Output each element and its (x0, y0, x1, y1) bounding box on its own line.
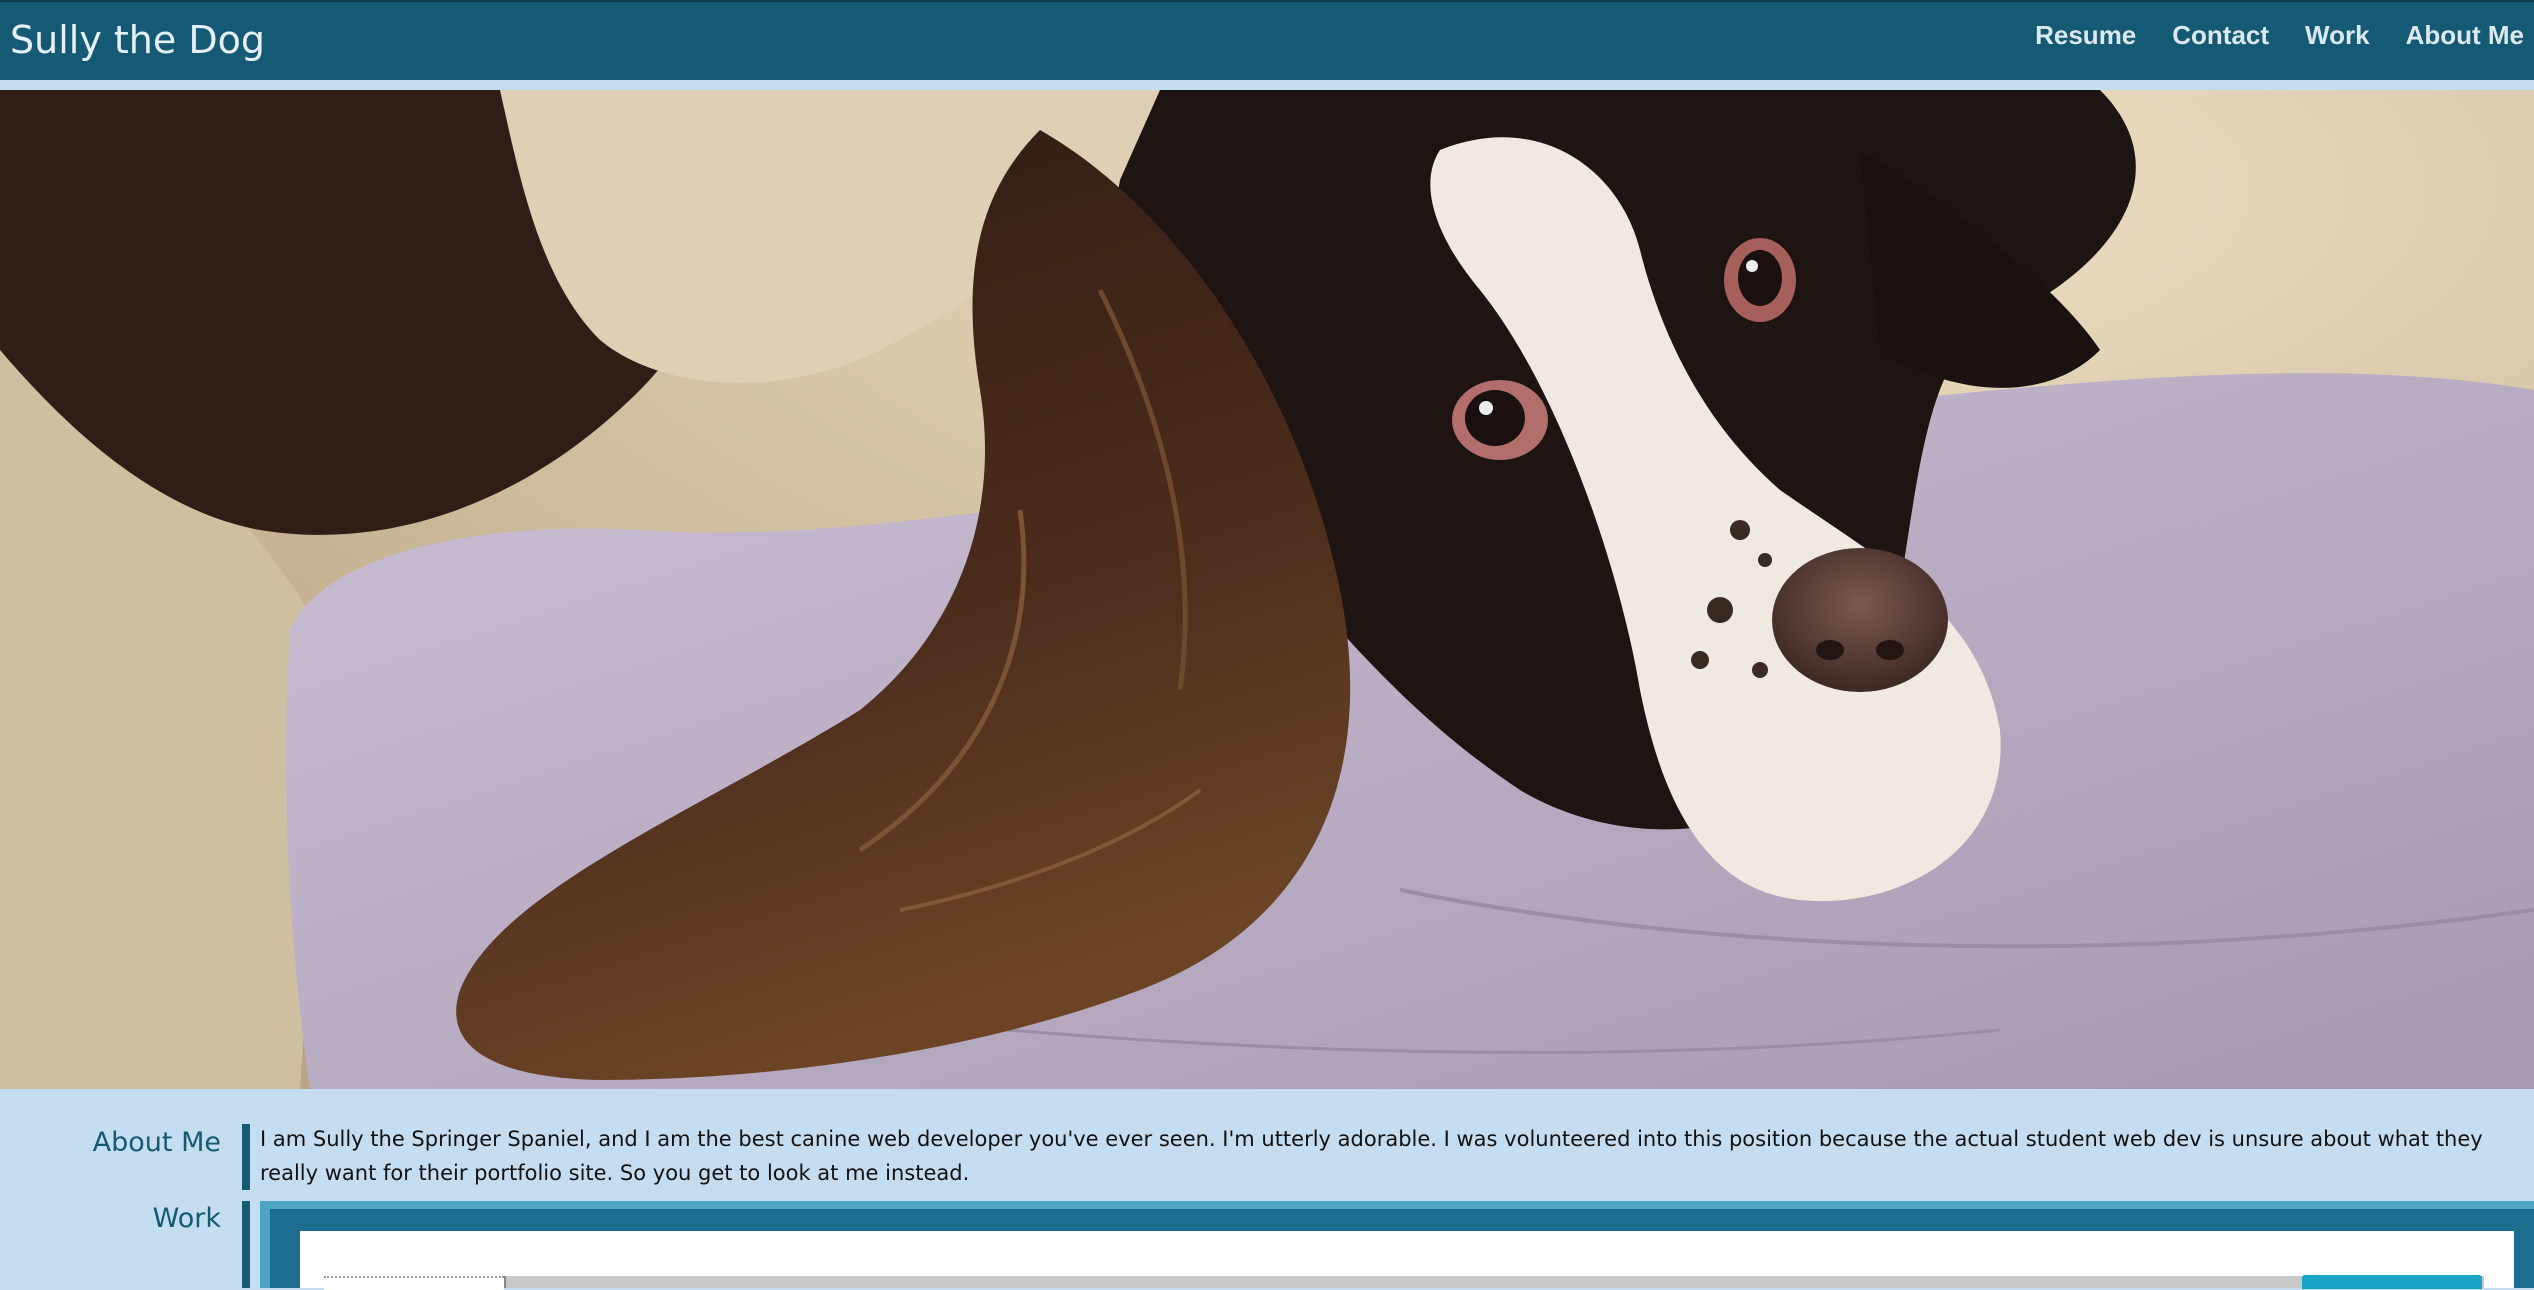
nav-link-about-me[interactable]: About Me (2406, 20, 2524, 51)
dog-photo (0, 90, 2534, 1089)
work-gallery-border (270, 1209, 2534, 1290)
site-header: Sully the Dog Resume Contact Work About … (0, 0, 2534, 80)
work-gallery-panel (300, 1231, 2514, 1290)
work-gallery-scrollbar[interactable] (504, 1276, 2484, 1288)
work-heading: Work (152, 1203, 221, 1234)
nav-link-contact[interactable]: Contact (2172, 20, 2269, 51)
hero-image (0, 90, 2534, 1089)
main-nav: Resume Contact Work About Me (2035, 20, 2524, 51)
work-gallery-button[interactable] (2302, 1275, 2482, 1289)
site-title[interactable]: Sully the Dog (10, 18, 265, 62)
about-me-heading: About Me (92, 1127, 221, 1158)
about-me-accent-bar (242, 1124, 250, 1190)
work-gallery (260, 1201, 2534, 1290)
about-me-text: I am Sully the Springer Spaniel, and I a… (260, 1127, 2483, 1185)
header-divider (0, 80, 2534, 90)
nav-link-resume[interactable]: Resume (2035, 20, 2136, 51)
work-accent-bar (242, 1201, 250, 1288)
nav-link-work[interactable]: Work (2305, 20, 2370, 51)
